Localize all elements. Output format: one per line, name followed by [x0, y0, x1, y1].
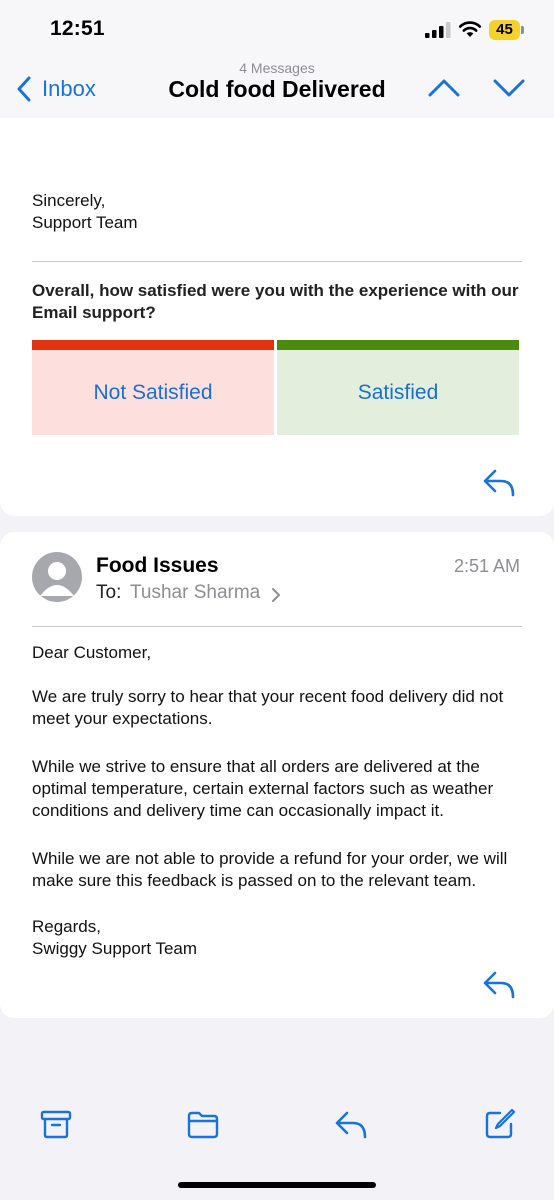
folder-icon[interactable]: [187, 1108, 219, 1140]
person-icon: [40, 562, 74, 596]
message-card-support: Sincerely, Support Team Overall, how sat…: [0, 118, 554, 516]
thread-subject: Cold food Delivered: [168, 76, 386, 102]
body-paragraph: We are truly sorry to hear that your rec…: [32, 687, 504, 728]
signature: Support Team: [32, 213, 138, 232]
recipient-name[interactable]: Tushar Sharma: [130, 582, 260, 604]
satisfied-button[interactable]: Satisfied: [277, 340, 519, 435]
status-time: 12:51: [50, 17, 105, 40]
wifi-icon: [458, 21, 482, 37]
divider: [32, 626, 522, 627]
satisfied-label: Satisfied: [357, 380, 439, 404]
battery-level: 45: [496, 21, 513, 38]
message-card-food-issues[interactable]: Food Issues 2:51 AM To: Tushar Sharma De…: [0, 532, 554, 1018]
reply-icon[interactable]: [335, 1108, 367, 1140]
body-paragraph: While we are not able to provide a refun…: [32, 849, 508, 890]
not-satisfied-label: Not Satisfied: [93, 380, 213, 404]
mail-nav-bar: Inbox 4 Messages Cold food Delivered: [0, 58, 554, 119]
avatar: [32, 552, 82, 602]
home-indicator[interactable]: [178, 1182, 376, 1188]
not-satisfied-button[interactable]: Not Satisfied: [32, 340, 274, 435]
reply-icon[interactable]: [482, 970, 516, 1000]
next-message-button[interactable]: [493, 78, 525, 98]
divider: [32, 261, 522, 262]
greeting: Dear Customer,: [32, 643, 152, 662]
signature: Swiggy Support Team: [32, 939, 198, 958]
to-label: To:: [96, 582, 122, 603]
cellular-signal-icon: [425, 22, 451, 38]
chevron-right-icon[interactable]: [271, 587, 281, 603]
battery-icon: 45: [489, 20, 525, 40]
previous-message-button[interactable]: [428, 78, 460, 98]
archive-icon[interactable]: [40, 1108, 72, 1140]
status-bar: 12:51 45: [0, 0, 554, 58]
survey-question: Overall, how satisfied were you with the…: [32, 281, 519, 322]
sent-time: 2:51 AM: [453, 556, 520, 576]
compose-icon[interactable]: [484, 1108, 516, 1140]
sender-name: Food Issues: [96, 554, 219, 577]
sign-off: Regards,: [32, 917, 101, 936]
reply-icon[interactable]: [482, 468, 516, 498]
message-count: 4 Messages: [239, 60, 315, 76]
sign-off: Sincerely,: [32, 191, 106, 210]
body-paragraph: While we strive to ensure that all order…: [32, 757, 494, 820]
